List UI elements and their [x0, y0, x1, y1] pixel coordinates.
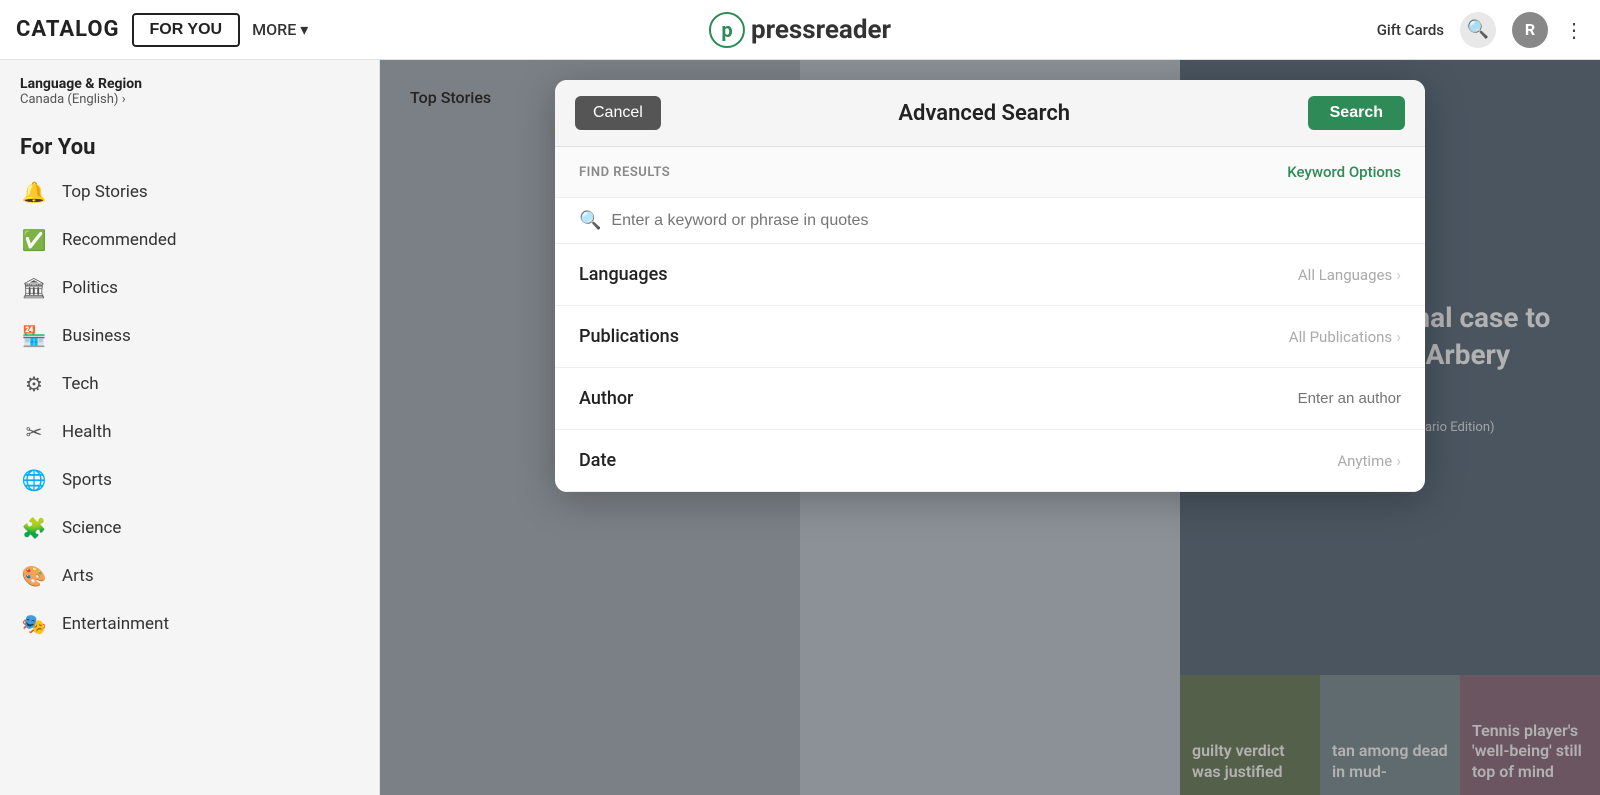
cancel-button[interactable]: Cancel [575, 96, 661, 130]
modal-body: FIND RESULTS Keyword Options 🔍 Languages… [555, 147, 1425, 492]
chevron-right-icon: › [1396, 451, 1401, 470]
tech-icon: ⚙ [20, 372, 48, 396]
advanced-search-modal: Cancel Advanced Search Search FIND RESUL… [555, 80, 1425, 492]
bell-icon: 🔔 [20, 180, 48, 204]
language-region-value[interactable]: Canada (English) › [20, 92, 359, 107]
sidebar-item-label: Politics [62, 278, 118, 298]
search-button[interactable]: 🔍 [1460, 12, 1496, 48]
search-icon: 🔍 [579, 210, 601, 231]
sidebar-item-tech[interactable]: ⚙ Tech [0, 360, 379, 408]
modal-title: Advanced Search [898, 101, 1070, 126]
author-label: Author [579, 388, 633, 409]
for-you-button[interactable]: FOR YOU [132, 13, 241, 47]
modal-overlay[interactable]: Cancel Advanced Search Search FIND RESUL… [380, 60, 1600, 795]
date-row[interactable]: Date Anytime › [555, 430, 1425, 492]
search-button[interactable]: Search [1308, 96, 1405, 130]
logo-icon: p [709, 12, 745, 48]
publications-row[interactable]: Publications All Publications › [555, 306, 1425, 368]
nav-center-logo: p pressreader [709, 12, 891, 48]
sidebar-item-sports[interactable]: 🌐 Sports [0, 456, 379, 504]
language-region-title: Language & Region [20, 76, 359, 92]
gift-cards-link[interactable]: Gift Cards [1377, 21, 1444, 39]
entertainment-icon: 🎭 [20, 612, 48, 636]
main-layout: Language & Region Canada (English) › For… [0, 60, 1600, 795]
nav-right: Gift Cards 🔍 R ⋮ [1377, 12, 1584, 48]
science-icon: 🧩 [20, 516, 48, 540]
sidebar-item-science[interactable]: 🧩 Science [0, 504, 379, 552]
sidebar-item-politics[interactable]: 🏛 Politics [0, 264, 379, 312]
health-icon: ✂ [20, 420, 48, 444]
pressreader-logo[interactable]: p pressreader [709, 12, 891, 48]
sidebar-item-label: Top Stories [62, 182, 148, 202]
sidebar-item-health[interactable]: ✂ Health [0, 408, 379, 456]
publications-label: Publications [579, 326, 679, 347]
sidebar-item-business[interactable]: 🏪 Business [0, 312, 379, 360]
keyword-input[interactable] [611, 212, 1401, 230]
check-icon: ✅ [20, 228, 48, 252]
sidebar-item-label: Arts [62, 566, 94, 586]
date-value: Anytime › [1337, 451, 1401, 470]
sidebar-item-top-stories[interactable]: 🔔 Top Stories [0, 168, 379, 216]
sidebar-item-recommended[interactable]: ✅ Recommended [0, 216, 379, 264]
sidebar-item-label: Health [62, 422, 111, 442]
sidebar-item-label: Recommended [62, 230, 177, 250]
politics-icon: 🏛 [20, 276, 48, 300]
sidebar: Language & Region Canada (English) › For… [0, 60, 380, 795]
more-options-icon[interactable]: ⋮ [1564, 18, 1584, 42]
language-region-section: Language & Region Canada (English) › [0, 76, 379, 123]
sidebar-item-label: Science [62, 518, 121, 538]
sidebar-item-label: Business [62, 326, 131, 346]
sidebar-item-arts[interactable]: 🎨 Arts [0, 552, 379, 600]
languages-label: Languages [579, 264, 667, 285]
modal-header: Cancel Advanced Search Search [555, 80, 1425, 147]
sidebar-item-label: Sports [62, 470, 112, 490]
keyword-options-link[interactable]: Keyword Options [1287, 163, 1401, 181]
business-icon: 🏪 [20, 324, 48, 348]
top-nav: CATALOG FOR YOU MORE ▾ p pressreader Gif… [0, 0, 1600, 60]
chevron-down-icon: ▾ [300, 20, 308, 39]
more-menu[interactable]: MORE ▾ [252, 20, 308, 39]
sidebar-item-label: Tech [62, 374, 99, 394]
for-you-title: For You [0, 123, 379, 168]
sidebar-item-entertainment[interactable]: 🎭 Entertainment [0, 600, 379, 648]
chevron-right-icon: › [1396, 327, 1401, 346]
languages-value: All Languages › [1298, 265, 1401, 284]
author-row[interactable]: Author [555, 368, 1425, 430]
languages-row[interactable]: Languages All Languages › [555, 244, 1425, 306]
sports-icon: 🌐 [20, 468, 48, 492]
date-label: Date [579, 450, 616, 471]
content-area: Top Stories Major stock indexes Lawyers … [380, 60, 1600, 795]
more-label: MORE [252, 20, 296, 39]
find-results-row: FIND RESULTS Keyword Options [555, 147, 1425, 198]
avatar[interactable]: R [1512, 12, 1548, 48]
sidebar-item-label: Entertainment [62, 614, 169, 634]
search-icon: 🔍 [1467, 19, 1489, 40]
search-input-row: 🔍 [555, 198, 1425, 244]
publications-value: All Publications › [1289, 327, 1401, 346]
arts-icon: 🎨 [20, 564, 48, 588]
author-input[interactable] [1202, 390, 1401, 407]
catalog-link[interactable]: CATALOG [16, 17, 120, 42]
logo-text: pressreader [751, 15, 891, 45]
find-results-label: FIND RESULTS [579, 165, 670, 180]
chevron-right-icon: › [1396, 265, 1401, 284]
